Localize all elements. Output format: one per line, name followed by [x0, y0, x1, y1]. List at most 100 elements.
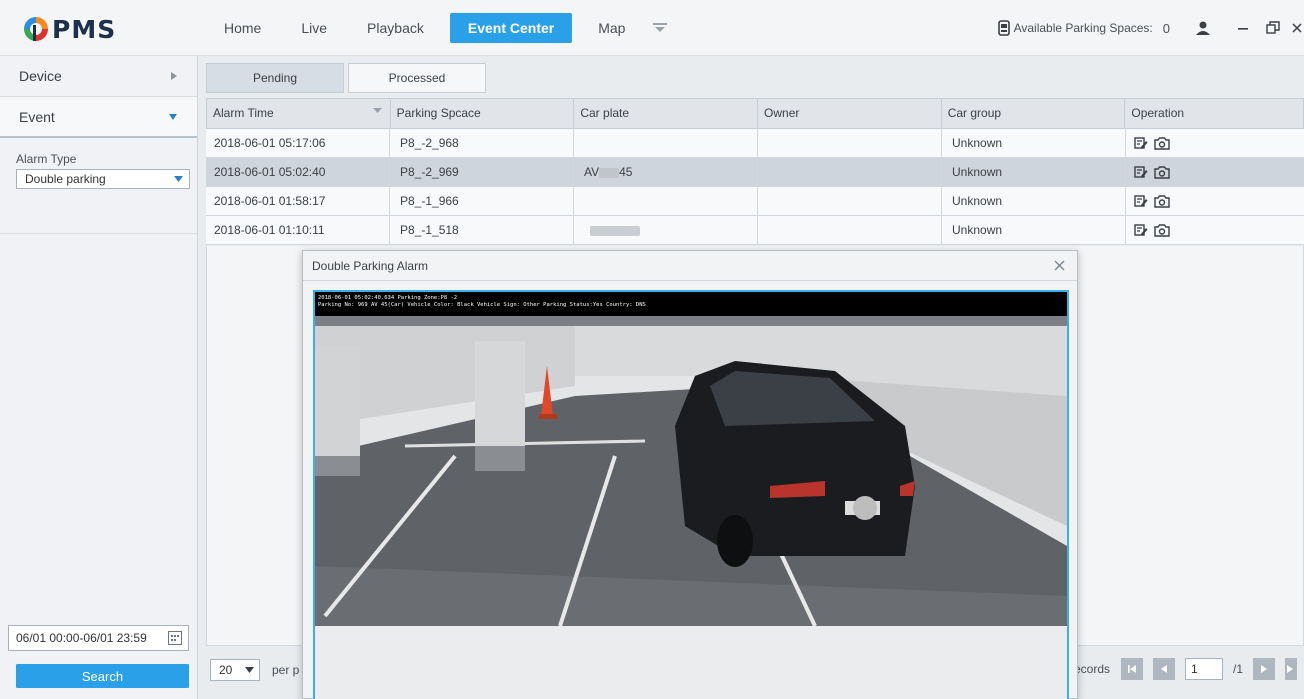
close-icon[interactable]	[1051, 258, 1067, 274]
cell-car-plate	[574, 129, 758, 157]
alarm-type-select[interactable]: Double parking	[16, 169, 190, 189]
tab-processed[interactable]: Processed	[348, 63, 486, 93]
app-logo: PMS	[22, 13, 116, 45]
records-label: ecords	[1074, 662, 1111, 676]
table-row[interactable]: 2018-06-01 05:17:06 P8_-2_968 Unknown	[206, 129, 1304, 158]
minimize-icon[interactable]	[1230, 15, 1256, 41]
cell-car-group: Unknown	[942, 158, 1126, 186]
last-page-icon	[1287, 665, 1294, 673]
search-button[interactable]: Search	[16, 664, 189, 688]
page-total-label: /1	[1233, 662, 1244, 676]
alarm-type-filter: Alarm Type Double parking	[0, 138, 197, 234]
tab-pending[interactable]: Pending	[206, 63, 344, 93]
nav-home[interactable]: Home	[204, 13, 281, 43]
cell-parking-space: P8_-2_968	[390, 129, 574, 157]
first-page-button[interactable]	[1121, 658, 1143, 680]
cell-owner	[758, 216, 942, 244]
cell-parking-space: P8_-1_966	[390, 187, 574, 215]
page-size-value: 20	[219, 663, 233, 677]
table-row[interactable]: 2018-06-01 05:02:40 P8_-2_969 AV 45 Unkno…	[206, 158, 1304, 187]
close-window-icon[interactable]	[1290, 15, 1304, 41]
process-edit-icon[interactable]	[1134, 136, 1148, 150]
column-header-alarm-time[interactable]: Alarm Time	[207, 99, 391, 128]
snapshot-camera-icon[interactable]	[1154, 194, 1170, 208]
nav-playback[interactable]: Playback	[347, 13, 444, 43]
process-edit-icon[interactable]	[1134, 194, 1148, 208]
snapshot-caption-line1: 2018-06-01 05:02:40.634 Parking Zone:P8 …	[318, 295, 458, 301]
table-row[interactable]: 2018-06-01 01:10:11 P8_-1_518 Unknown	[206, 216, 1304, 245]
sidebar-event-label: Event	[19, 108, 55, 125]
snapshot-camera-icon[interactable]	[1154, 223, 1170, 237]
main-nav: Home Live Playback Event Center Map	[204, 13, 675, 43]
alarm-type-value: Double parking	[25, 172, 106, 186]
dropdown-arrow-icon	[174, 176, 183, 182]
cell-car-group: Unknown	[942, 216, 1126, 244]
per-page-label: per p	[272, 663, 300, 677]
next-page-icon	[1261, 665, 1268, 673]
cell-car-plate	[574, 187, 758, 215]
parking-garage-photo	[315, 316, 1067, 699]
dialog-header: Double Parking Alarm	[303, 251, 1077, 281]
car-plate-suffix: 45	[619, 165, 633, 179]
top-right-area: Available Parking Spaces: 0	[997, 13, 1304, 43]
parking-space-icon	[997, 20, 1010, 36]
nav-more-icon[interactable]	[645, 13, 675, 43]
pagination: 1 /1	[1121, 658, 1298, 680]
restore-icon[interactable]	[1260, 15, 1286, 41]
cell-owner	[758, 129, 942, 157]
snapshot-camera-icon[interactable]	[1154, 165, 1170, 179]
column-header-car-plate: Car plate	[574, 99, 759, 128]
nav-event-center[interactable]: Event Center	[449, 13, 573, 43]
cell-owner	[758, 187, 942, 215]
cell-operation	[1126, 216, 1304, 244]
cell-alarm-time: 2018-06-01 01:58:17	[206, 187, 390, 215]
cell-operation	[1126, 129, 1304, 157]
cell-car-group: Unknown	[942, 129, 1126, 157]
car-plate-prefix: AV	[584, 165, 600, 179]
alarm-snapshot-image: 2018-06-01 05:02:40.634 Parking Zone:P8 …	[313, 290, 1069, 699]
plate-redaction	[599, 167, 620, 178]
page-size-select[interactable]: 20	[210, 659, 260, 681]
prev-page-icon	[1161, 665, 1167, 673]
cell-operation	[1126, 158, 1304, 186]
available-parking-count: 0	[1162, 20, 1170, 36]
date-range-input[interactable]: 06/01 00:00-06/01 23:59	[8, 625, 189, 651]
snapshot-camera-icon[interactable]	[1154, 136, 1170, 150]
tab-bar: Pending Processed	[206, 63, 490, 93]
cell-car-plate: AV 45	[574, 158, 758, 186]
dropdown-arrow-icon	[245, 667, 254, 673]
cell-alarm-time: 2018-06-01 05:17:06	[206, 129, 390, 157]
snapshot-caption: 2018-06-01 05:02:40.634 Parking Zone:P8 …	[315, 292, 1067, 316]
sort-icon[interactable]	[372, 108, 382, 114]
cell-alarm-time: 2018-06-01 01:10:11	[206, 216, 390, 244]
page-number-input[interactable]: 1	[1185, 658, 1223, 680]
next-page-button[interactable]	[1253, 658, 1276, 680]
column-header-operation: Operation	[1131, 106, 1185, 120]
column-header-label: Alarm Time	[213, 106, 274, 120]
available-parking-label: Available Parking Spaces:	[1013, 21, 1153, 35]
cell-alarm-time: 2018-06-01 05:02:40	[206, 158, 390, 186]
user-icon[interactable]	[1190, 15, 1216, 41]
table-row[interactable]: 2018-06-01 01:58:17 P8_-1_966 Unknown	[206, 187, 1304, 216]
logo-icon	[24, 17, 48, 41]
column-header-parking-space: Parking Spcace	[391, 99, 575, 128]
top-bar: PMS Home Live Playback Event Center Map …	[0, 0, 1304, 56]
nav-map[interactable]: Map	[578, 13, 645, 43]
calendar-icon[interactable]	[168, 631, 182, 645]
double-parking-alarm-dialog: Double Parking Alarm 2018-06-01 05:02:40…	[302, 250, 1078, 699]
plate-redaction	[590, 225, 640, 236]
logo-text: PMS	[52, 14, 117, 44]
process-edit-icon[interactable]	[1134, 165, 1148, 179]
alarm-table: Alarm Time Parking Spcace Car plate Owne…	[206, 98, 1304, 245]
nav-live[interactable]: Live	[281, 13, 347, 43]
cell-car-group: Unknown	[942, 187, 1126, 215]
sidebar-section-event[interactable]: Event	[0, 97, 197, 138]
prev-page-button[interactable]	[1153, 658, 1175, 680]
column-header-owner: Owner	[758, 99, 942, 128]
process-edit-icon[interactable]	[1134, 223, 1148, 237]
last-page-button[interactable]	[1285, 658, 1298, 680]
column-header-car-group: Car group	[942, 99, 1126, 128]
sidebar-section-device[interactable]: Device	[0, 56, 197, 97]
cell-parking-space: P8_-2_969	[390, 158, 574, 186]
sidebar: Device Event Alarm Type Double parking 0…	[0, 56, 198, 699]
